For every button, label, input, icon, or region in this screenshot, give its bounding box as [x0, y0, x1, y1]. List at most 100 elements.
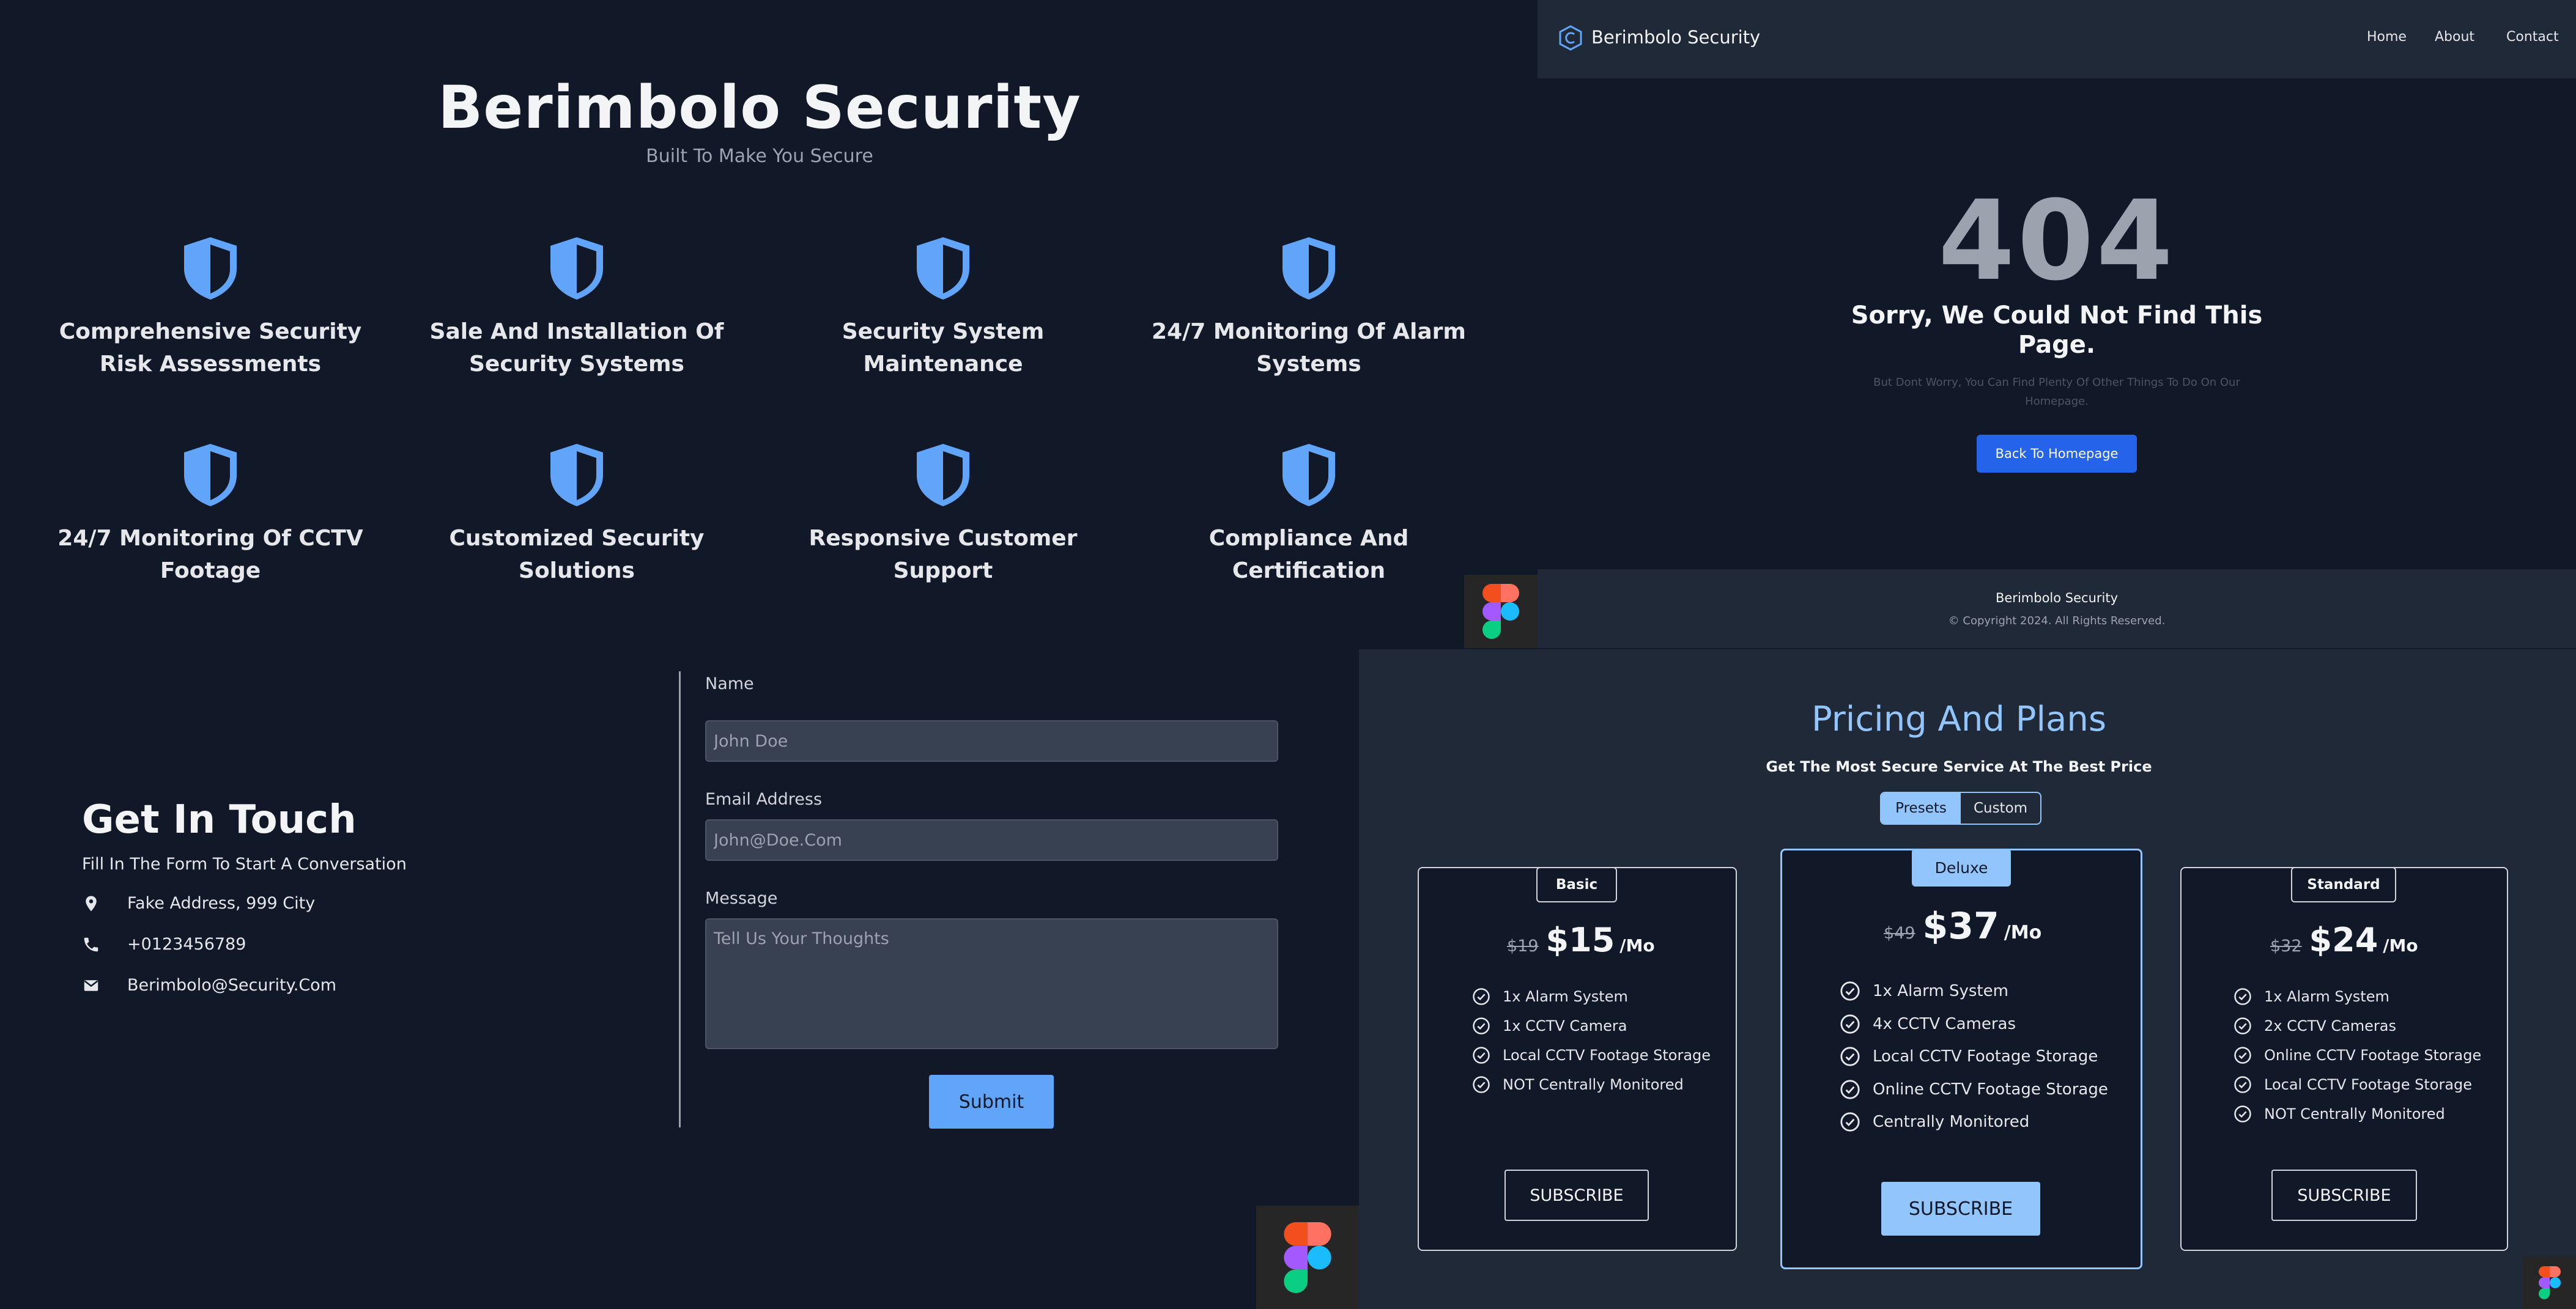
price-deluxe: $49 $37 /Mo: [1884, 905, 2041, 948]
copyright-logo-icon[interactable]: [1557, 24, 1584, 51]
toggle-presets[interactable]: Presets: [1881, 793, 1961, 824]
feature-item: Online CCTV Footage Storage: [2234, 1046, 2481, 1064]
feature-text: Local CCTV Footage Storage: [2264, 1076, 2473, 1093]
feature-item: Online CCTV Footage Storage: [1840, 1079, 2108, 1100]
check-circle-icon: [1840, 1047, 1860, 1066]
shield-icon: [550, 237, 603, 300]
service-item: Comprehensive Security Risk Assessments: [39, 235, 382, 380]
check-circle-icon: [2234, 1047, 2251, 1064]
subscribe-button-deluxe[interactable]: SUBSCRIBE: [1881, 1182, 2040, 1236]
feature-item: Local CCTV Footage Storage: [1840, 1046, 2098, 1067]
service-label: Compliance And Certification: [1208, 526, 1409, 583]
location-pin-icon: [86, 896, 97, 911]
shield-icon: [184, 444, 237, 506]
contact-subtitle: Fill In The Form To Start A Conversation: [82, 855, 407, 874]
figma-badge[interactable]: [1256, 1206, 1359, 1309]
shield-icon: [917, 237, 969, 300]
nav-link-home[interactable]: Home: [2367, 29, 2407, 45]
navbar-brand[interactable]: Berimbolo Security: [1591, 27, 1760, 48]
service-item: Compliance And Certification: [1138, 441, 1480, 587]
feature-item: 1x Alarm System: [1840, 981, 2008, 1001]
message-textarea[interactable]: [705, 918, 1278, 1049]
contact-title: Get In Touch: [82, 797, 357, 843]
feature-text: 1x CCTV Camera: [1503, 1017, 1627, 1034]
check-circle-icon: [1473, 1047, 1490, 1064]
feature-item: 1x CCTV Camera: [1472, 1017, 1627, 1035]
contact-divider: [679, 671, 681, 1127]
per-month-label: /Mo: [2383, 935, 2418, 956]
check-circle-icon: [2234, 1076, 2251, 1093]
submit-button[interactable]: Submit: [929, 1075, 1054, 1129]
subscribe-button-standard[interactable]: SUBSCRIBE: [2271, 1170, 2417, 1221]
error-description: But Dont Worry, You Can Find Plenty Of O…: [1873, 376, 2240, 408]
feature-text: 1x Alarm System: [2264, 988, 2389, 1005]
price-standard: $32 $24 /Mo: [2270, 921, 2418, 959]
shield-icon: [550, 444, 603, 506]
back-to-homepage-button[interactable]: Back To Homepage: [1977, 435, 2137, 473]
contact-address: Fake Address, 999 City: [82, 894, 315, 913]
toggle-custom[interactable]: Custom: [1961, 793, 2040, 824]
services-subtitle: Built To Make You Secure: [646, 146, 873, 167]
figma-badge[interactable]: [2523, 1256, 2576, 1309]
name-input[interactable]: [705, 720, 1278, 762]
pricing-subtitle: Get The Most Secure Service At The Best …: [1766, 758, 2152, 775]
contact-phone: +0123456789: [82, 935, 246, 954]
check-circle-icon: [2234, 988, 2251, 1005]
subscribe-button-basic[interactable]: SUBSCRIBE: [1505, 1170, 1649, 1221]
price-basic: $19 $15 /Mo: [1507, 921, 1655, 959]
check-circle-icon: [1840, 981, 1860, 1001]
check-circle-icon: [1840, 1080, 1860, 1099]
footer-copyright: © Copyright 2024. All Rights Reserved.: [1948, 614, 2166, 627]
services-title: Berimbolo Security: [438, 73, 1081, 142]
mail-icon: [84, 979, 98, 991]
check-circle-icon: [1840, 1014, 1860, 1034]
check-circle-icon: [1473, 1076, 1490, 1093]
feature-text: NOT Centrally Monitored: [1503, 1076, 1684, 1093]
contact-address-text: Fake Address, 999 City: [127, 894, 316, 913]
feature-text: Centrally Monitored: [1873, 1113, 2030, 1131]
feature-item: Centrally Monitored: [1840, 1112, 2029, 1132]
feature-text: Online CCTV Footage Storage: [1873, 1080, 2108, 1099]
feature-item: Local CCTV Footage Storage: [2234, 1075, 2472, 1094]
check-circle-icon: [1473, 1017, 1490, 1034]
name-label: Name: [705, 674, 754, 693]
service-label: Security System Maintenance: [842, 319, 1045, 377]
check-circle-icon: [1473, 988, 1490, 1005]
nav-link-about[interactable]: About: [2435, 29, 2474, 45]
service-item: Sale And Installation Of Security System…: [405, 235, 748, 380]
phone-icon: [84, 937, 98, 951]
service-item: 24/7 Monitoring Of Alarm Systems: [1138, 235, 1480, 380]
nav-link-contact[interactable]: Contact: [2506, 29, 2559, 45]
per-month-label: /Mo: [1619, 935, 1655, 956]
current-price: $24: [2309, 921, 2378, 959]
feature-item: 1x Alarm System: [2234, 987, 2389, 1006]
message-label: Message: [705, 889, 778, 908]
service-item: Security System Maintenance: [772, 235, 1114, 380]
feature-text: 4x CCTV Cameras: [1873, 1015, 2016, 1033]
feature-item: Local CCTV Footage Storage: [1472, 1046, 1711, 1064]
service-item: Customized Security Solutions: [405, 441, 748, 587]
contact-phone-text: +0123456789: [127, 935, 246, 954]
plan-name-deluxe: Deluxe: [1912, 849, 2011, 887]
current-price: $15: [1545, 921, 1615, 959]
figma-badge[interactable]: [1464, 575, 1538, 648]
figma-logo-icon: [1482, 584, 1519, 639]
email-input[interactable]: [705, 819, 1278, 861]
service-item: 24/7 Monitoring Of CCTV Footage: [39, 441, 382, 587]
feature-text: 1x Alarm System: [1873, 982, 2008, 1000]
feature-item: 4x CCTV Cameras: [1840, 1014, 2016, 1034]
feature-text: 2x CCTV Cameras: [2264, 1017, 2397, 1034]
figma-logo-icon: [1284, 1222, 1331, 1293]
feature-text: NOT Centrally Monitored: [2264, 1105, 2445, 1123]
figma-logo-icon: [2539, 1266, 2561, 1299]
feature-text: Online CCTV Footage Storage: [2264, 1047, 2482, 1064]
old-price: $49: [1884, 924, 1915, 943]
plan-name-standard: Standard: [2291, 867, 2396, 902]
shield-icon: [1282, 444, 1335, 506]
contact-email-text: Berimbolo@Security.Com: [127, 976, 336, 995]
feature-text: Local CCTV Footage Storage: [1873, 1047, 2098, 1066]
feature-item: 1x Alarm System: [1472, 987, 1628, 1006]
feature-text: Local CCTV Footage Storage: [1503, 1047, 1711, 1064]
plan-toggle: Presets Custom: [1880, 792, 2041, 825]
error-code: 404: [1938, 177, 2175, 305]
